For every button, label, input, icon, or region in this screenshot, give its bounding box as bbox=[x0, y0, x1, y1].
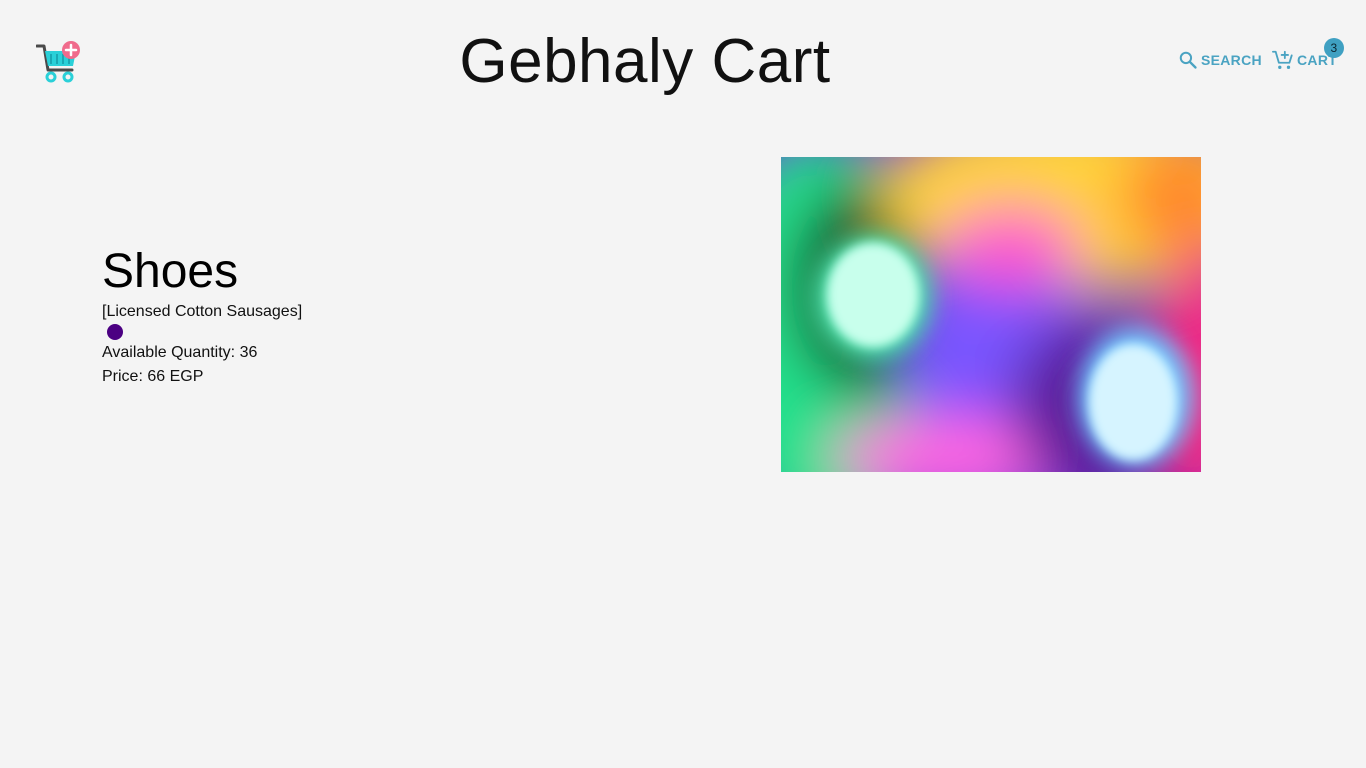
search-icon bbox=[1179, 51, 1197, 69]
product-image bbox=[781, 157, 1201, 472]
site-title: Gebhaly Cart bbox=[459, 27, 831, 96]
cart-count-badge: 3 bbox=[1324, 38, 1344, 58]
cart-button[interactable]: CART 3 bbox=[1272, 38, 1344, 74]
available-quantity: Available Quantity: 36 bbox=[102, 344, 258, 361]
product-name: Shoes bbox=[102, 245, 239, 298]
product-tags: [Licensed Cotton Sausages] bbox=[102, 303, 303, 320]
app-header: Gebhaly Cart SEARCH CART 3 bbox=[0, 0, 1366, 120]
product-price: Price: 66 EGP bbox=[102, 368, 204, 385]
product-color-swatch bbox=[107, 324, 123, 340]
search-button[interactable]: SEARCH bbox=[1178, 46, 1262, 74]
search-label: SEARCH bbox=[1201, 52, 1262, 68]
product-details: Shoes [Licensed Cotton Sausages] Availab… bbox=[102, 244, 302, 389]
add-shopping-cart-icon bbox=[1272, 50, 1293, 69]
